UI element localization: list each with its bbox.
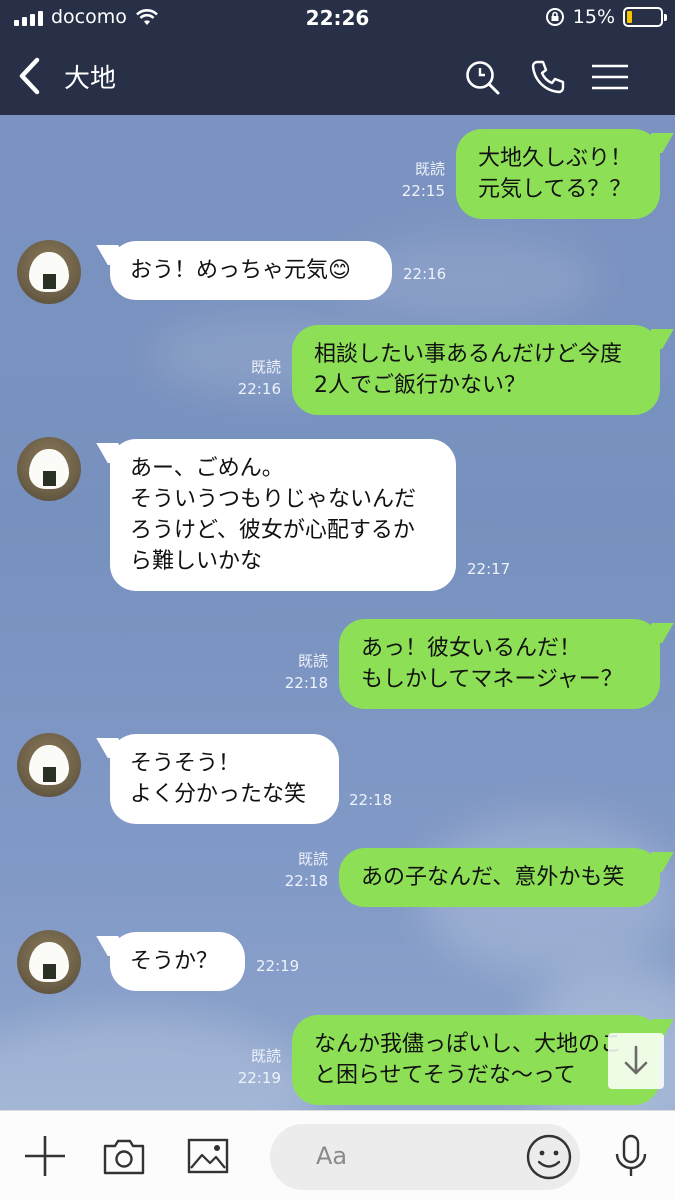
- message-time: 22:19: [256, 957, 300, 975]
- camera-icon[interactable]: [101, 1133, 147, 1179]
- message-meta: 既読 22:16: [238, 356, 281, 400]
- message-input[interactable]: Aa: [270, 1124, 580, 1190]
- message-line: おう！めっちゃ元気😊: [130, 258, 351, 283]
- message-line: 2人でご飯行かない？: [314, 373, 526, 398]
- message-bubble-received[interactable]: あー、ごめん。 そういうつもりじゃないんだ ろうけど、彼女が心配するか ら難しい…: [110, 439, 456, 591]
- message-bubble-sent[interactable]: あっ！彼女いるんだ！ もしかしてマネージャー？: [339, 619, 660, 709]
- message-time: 22:16: [237, 380, 281, 398]
- message-bubble-sent[interactable]: あの子なんだ、意外かも笑: [339, 848, 660, 907]
- menu-icon[interactable]: [589, 56, 631, 98]
- message-meta: 既読 22:18: [285, 848, 328, 892]
- battery-icon: [623, 7, 667, 27]
- message-time: 22:17: [467, 560, 511, 578]
- status-right: 15%: [545, 6, 667, 28]
- message-line: あの子なんだ、意外かも笑: [361, 865, 625, 890]
- message-line: ら難しいかな: [130, 549, 263, 574]
- image-icon[interactable]: [185, 1133, 231, 1179]
- message-line: と困らせてそうだな〜って: [314, 1063, 576, 1088]
- message-bubble-sent[interactable]: なんか我儘っぽいし、大地のこ と困らせてそうだな〜って: [292, 1015, 660, 1105]
- chat-header: 大地: [0, 38, 675, 115]
- message-time: 22:16: [403, 265, 447, 283]
- message-bubble-received[interactable]: おう！めっちゃ元気😊: [110, 241, 392, 300]
- message-meta: 既読 22:19: [238, 1045, 281, 1089]
- avatar[interactable]: [17, 437, 81, 501]
- message-time: 22:18: [349, 791, 393, 809]
- chat-area[interactable]: 既読 22:15 大地久しぶり！ 元気してる？？ おう！めっちゃ元気😊 22:1…: [0, 115, 675, 1110]
- message-line: ろうけど、彼女が心配するか: [130, 518, 415, 543]
- message-bubble-sent[interactable]: 大地久しぶり！ 元気してる？？: [456, 129, 660, 219]
- message-line: あっ！彼女いるんだ！: [361, 636, 582, 661]
- rotation-lock-icon: [545, 8, 564, 26]
- message-line: 大地久しぶり！: [478, 146, 633, 171]
- emoji-icon[interactable]: [524, 1132, 574, 1182]
- phone-icon[interactable]: [527, 56, 569, 98]
- plus-icon[interactable]: [22, 1133, 68, 1179]
- message-line: よく分かったな笑: [130, 782, 307, 807]
- message-line: そうか？: [130, 949, 219, 974]
- search-icon[interactable]: [461, 56, 503, 98]
- read-status: 既読: [414, 160, 445, 178]
- avatar[interactable]: [17, 733, 81, 797]
- status-bar: docomo 22:26 15%: [0, 0, 675, 38]
- message-time: 22:18: [284, 674, 328, 692]
- input-bar: Aa: [0, 1110, 675, 1200]
- scroll-to-bottom-button[interactable]: [608, 1033, 664, 1089]
- avatar[interactable]: [17, 930, 81, 994]
- message-line: そういうつもりじゃないんだ: [130, 487, 417, 512]
- message-line: そうそう！: [130, 751, 241, 776]
- input-placeholder: Aa: [316, 1142, 348, 1170]
- message-time: 22:18: [284, 872, 328, 890]
- message-time: 22:15: [401, 182, 445, 200]
- message-meta: 既読 22:15: [402, 158, 445, 202]
- chat-title: 大地: [64, 64, 117, 94]
- battery-percent: 15%: [572, 6, 615, 28]
- message-line: 相談したい事あるんだけど今度: [314, 342, 623, 367]
- read-status: 既読: [250, 1047, 281, 1065]
- message-time: 22:19: [237, 1069, 281, 1087]
- chevron-left-icon[interactable]: [12, 54, 48, 98]
- read-status: 既読: [250, 358, 281, 376]
- read-status: 既読: [297, 850, 328, 868]
- message-meta: 既読 22:18: [285, 650, 328, 694]
- arrow-down-icon: [624, 1045, 648, 1075]
- message-bubble-received[interactable]: そうそう！ よく分かったな笑: [110, 734, 339, 824]
- read-status: 既読: [297, 652, 328, 670]
- message-line: なんか我儘っぽいし、大地のこ: [314, 1032, 623, 1057]
- message-line: あー、ごめん。: [130, 456, 284, 481]
- message-bubble-received[interactable]: そうか？: [110, 932, 245, 991]
- message-line: 元気してる？？: [478, 177, 632, 202]
- message-line: もしかしてマネージャー？: [361, 667, 623, 692]
- microphone-icon[interactable]: [608, 1133, 654, 1179]
- avatar[interactable]: [17, 240, 81, 304]
- message-bubble-sent[interactable]: 相談したい事あるんだけど今度 2人でご飯行かない？: [292, 325, 660, 415]
